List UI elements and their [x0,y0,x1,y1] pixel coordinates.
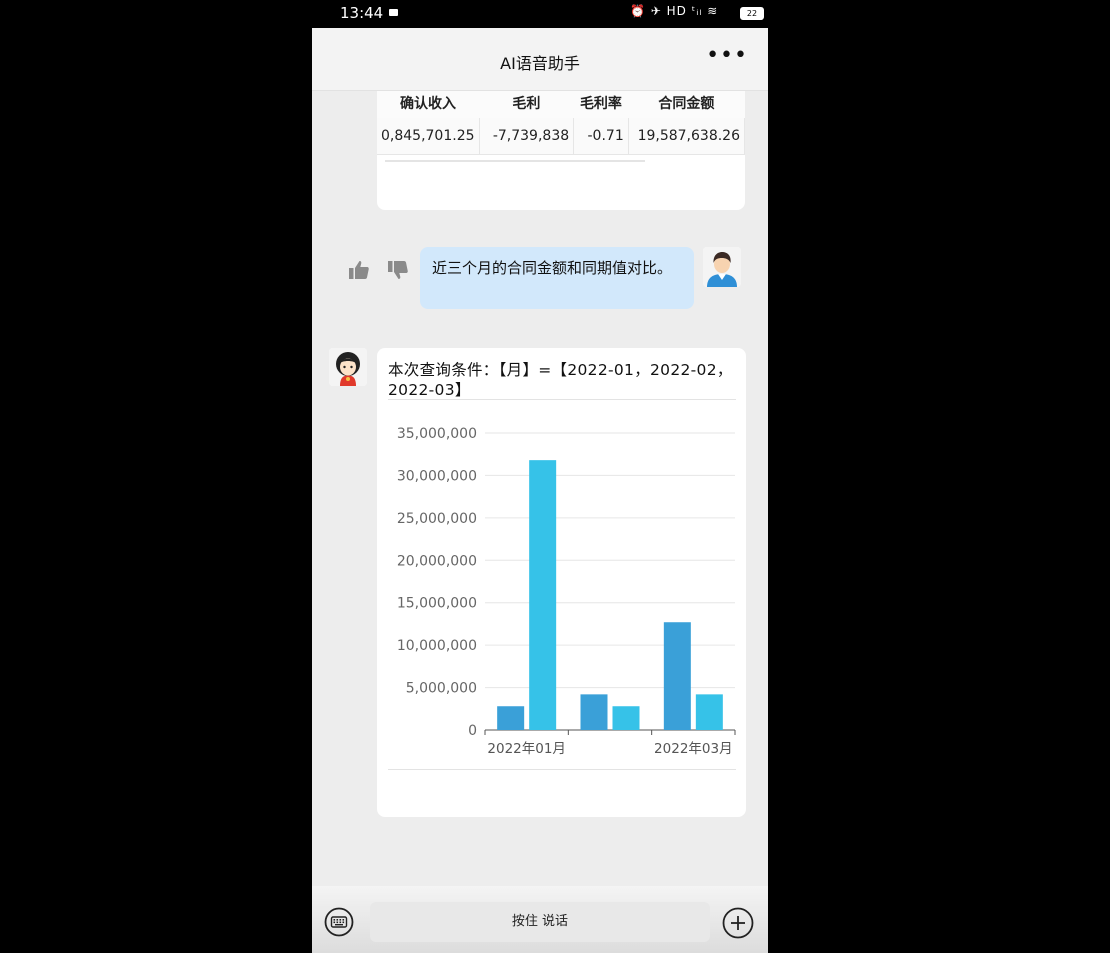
y-tick-label: 20,000,000 [397,553,477,569]
assistant-avatar [329,348,367,386]
status-bar: 13:44 ⏰ ✈ HD ᵗᵢₗ ≋ 22 [312,0,768,28]
bar [580,694,608,730]
nav-bar: AI语音助手 ••• [312,28,768,91]
phone-screen: 13:44 ⏰ ✈ HD ᵗᵢₗ ≋ 22 确认收入 毛利 毛利率 合同金额 0… [312,0,768,953]
column-header: 确认收入 [377,88,480,118]
table-cell: 19,587,638.26 [628,118,745,155]
x-tick-label: 2022年03月 [654,741,733,757]
bar [612,706,640,730]
input-bar: 按住 说话 [312,886,768,953]
y-tick-label: 0 [468,723,477,739]
table-header-row: 确认收入 毛利 毛利率 合同金额 [377,88,745,118]
thumbs-up-icon[interactable] [347,258,371,282]
user-avatar [703,247,741,287]
chart-card: 本次查询条件：【月】=【2022-01，2022-02，2022-03】 0 5,… [377,348,746,817]
column-header: 毛利率 [573,88,629,118]
y-tick-label: 25,000,000 [397,511,477,527]
page-title: AI语音助手 [500,54,580,73]
bar [497,706,525,730]
table-row: 0,845,701.25 -7,739,838 -0.71 19,587,638… [377,118,745,155]
status-time: 13:44 [340,4,384,22]
table-card: 确认收入 毛利 毛利率 合同金额 0,845,701.25 -7,739,838… [377,80,745,210]
data-table: 确认收入 毛利 毛利率 合同金额 0,845,701.25 -7,739,838… [377,88,745,155]
y-tick-label: 15,000,000 [397,596,477,612]
table-scrollbar[interactable] [385,160,645,162]
bar [663,622,691,730]
y-tick-label: 5,000,000 [406,681,477,697]
status-icons: ⏰ ✈ HD ᵗᵢₗ ≋ [630,4,719,18]
bar [529,460,557,730]
more-menu-button[interactable]: ••• [706,43,748,68]
y-tick-label: 35,000,000 [397,426,477,442]
hold-to-talk-button[interactable]: 按住 说话 [370,902,710,942]
keyboard-icon[interactable] [324,907,354,937]
bar-chart: 0 5,000,000 10,000,000 15,000,000 20,000,000… [397,426,736,757]
divider [388,769,736,770]
thumbs-down-icon[interactable] [386,258,410,282]
plus-icon[interactable] [722,907,754,939]
user-message-bubble: 近三个月的合同金额和同期值对比。 [420,247,694,309]
table-cell: 0,845,701.25 [377,118,480,155]
y-tick-label: 10,000,000 [397,638,477,654]
table-cell: -7,739,838 [479,118,575,155]
battery-icon: 22 [740,7,764,20]
y-tick-label: 30,000,000 [397,468,477,484]
table-cell: -0.71 [573,118,629,155]
bar [695,694,723,730]
x-tick-label: 2022年01月 [487,741,566,757]
user-message-text: 近三个月的合同金额和同期值对比。 [432,259,673,277]
column-header: 合同金额 [628,88,745,118]
screen-record-icon [389,9,398,16]
column-header: 毛利 [479,88,574,118]
